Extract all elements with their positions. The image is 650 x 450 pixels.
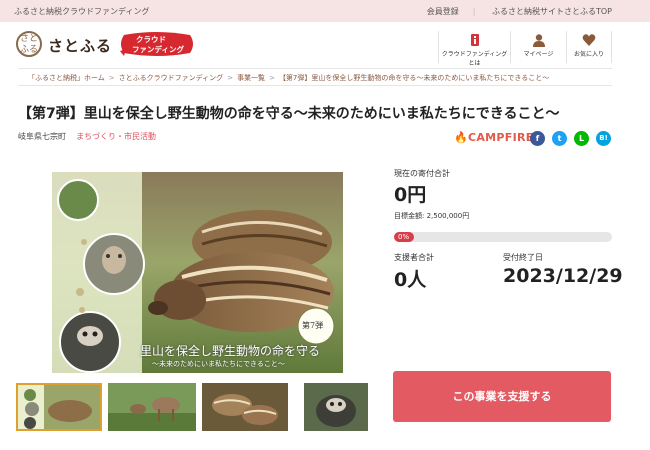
top-bar: ふるさと納税クラウドファンディング 会員登録 | ふるさと納税サイトさとふるTOP [0, 0, 650, 22]
nav-favorites-label: お気に入り [573, 51, 604, 58]
user-icon [532, 34, 545, 47]
image-caption-sub: ～未来のためにいま私たちにできること～ [152, 360, 285, 368]
link-divider: | [472, 7, 476, 16]
breadcrumb-home[interactable]: 「ふるさと納税」ホーム [28, 74, 105, 82]
thumbnail-image [202, 383, 288, 431]
deadline-value: 2023/12/29 [503, 265, 623, 287]
nav-favorites[interactable]: お気に入り [566, 31, 612, 63]
badge-line2: ファンディング [132, 45, 184, 54]
nav-mypage[interactable]: マイページ [510, 31, 566, 63]
progress-bar: 0% [394, 232, 612, 242]
page-title: 【第7弾】里山を保全し野生動物の命を守る～未来のためにいま私たちにできること～ [18, 106, 560, 122]
image-badge-text: 第7弾 [302, 321, 324, 330]
satofull-top-link[interactable]: ふるさと納税サイトさとふるTOP [492, 7, 612, 16]
supporters-value: 0人 [394, 269, 427, 291]
progress-fill: 0% [394, 232, 414, 242]
campfire-label: CAMPFIRE [468, 131, 534, 144]
thumbnail-4[interactable] [304, 383, 368, 431]
breadcrumb-current[interactable]: 【第7弾】里山を保全し野生動物の命を守る～未来のためにいま私たちにできること～ [279, 74, 549, 82]
supporters-label: 支援者合計 [394, 253, 434, 262]
breadcrumb: 「ふるさと納税」ホーム > さとふるクラウドファンディング > 事業一覧 > 【第7弾】里山… [18, 68, 612, 86]
category-link[interactable]: まちづくり・市民活動 [76, 131, 156, 142]
breadcrumb-separator: > [269, 74, 275, 82]
nav-mypage-label: マイページ [523, 51, 554, 58]
crowdfunding-badge[interactable]: クラウド ファンディング [118, 31, 196, 57]
current-total-value: 0円 [394, 184, 427, 206]
thumbnail-2[interactable] [108, 383, 196, 431]
image-caption-main: 里山を保全し野生動物の命を守る [140, 344, 321, 358]
breadcrumb-crowdfunding[interactable]: さとふるクラウドファンディング [119, 74, 224, 82]
support-project-button[interactable]: この事業を支援する [393, 371, 611, 422]
logo-mark[interactable]: さと ふる [16, 31, 42, 57]
nav-about-label: クラウドファンディングとは [441, 51, 508, 67]
thumbnail-1[interactable] [16, 383, 102, 431]
nav-about[interactable]: クラウドファンディングとは [438, 31, 510, 67]
facebook-share-icon[interactable]: f [530, 131, 545, 146]
heart-icon [582, 34, 596, 46]
hatena-share-icon[interactable]: B! [596, 131, 611, 146]
location: 岐阜県七宗町 [18, 132, 66, 141]
thumbnail-3[interactable] [202, 383, 288, 431]
deadline-label: 受付終了日 [503, 253, 543, 262]
site-header: さと ふる さとふる クラウド ファンディング クラウドファンディングとは マイペ… [0, 22, 650, 67]
line-share-icon[interactable]: L [574, 131, 589, 146]
goal-amount: 目標金額: 2,500,000円 [394, 212, 470, 220]
current-total-label: 現在の寄付合計 [394, 169, 450, 178]
breadcrumb-separator: > [227, 74, 234, 82]
breadcrumb-projects[interactable]: 事業一覧 [237, 74, 265, 82]
breadcrumb-separator: > [108, 74, 115, 82]
twitter-share-icon[interactable]: t [552, 131, 567, 146]
thumbnail-image [304, 383, 368, 431]
info-icon [470, 34, 479, 46]
thumbnail-image [18, 385, 100, 429]
campfire-logo[interactable]: 🔥CAMPFIRE [454, 131, 534, 144]
logo-text[interactable]: さとふる [48, 35, 112, 56]
site-label: ふるさと納税クラウドファンディング [14, 7, 150, 16]
top-links: 会員登録 | ふるさと納税サイトさとふるTOP [413, 6, 612, 17]
register-link[interactable]: 会員登録 [427, 7, 459, 16]
project-main-image[interactable]: 第7弾 里山を保全し野生動物の命を守る ～未来のためにいま私たちにできること～ [52, 172, 343, 373]
thumbnail-image [108, 383, 196, 431]
